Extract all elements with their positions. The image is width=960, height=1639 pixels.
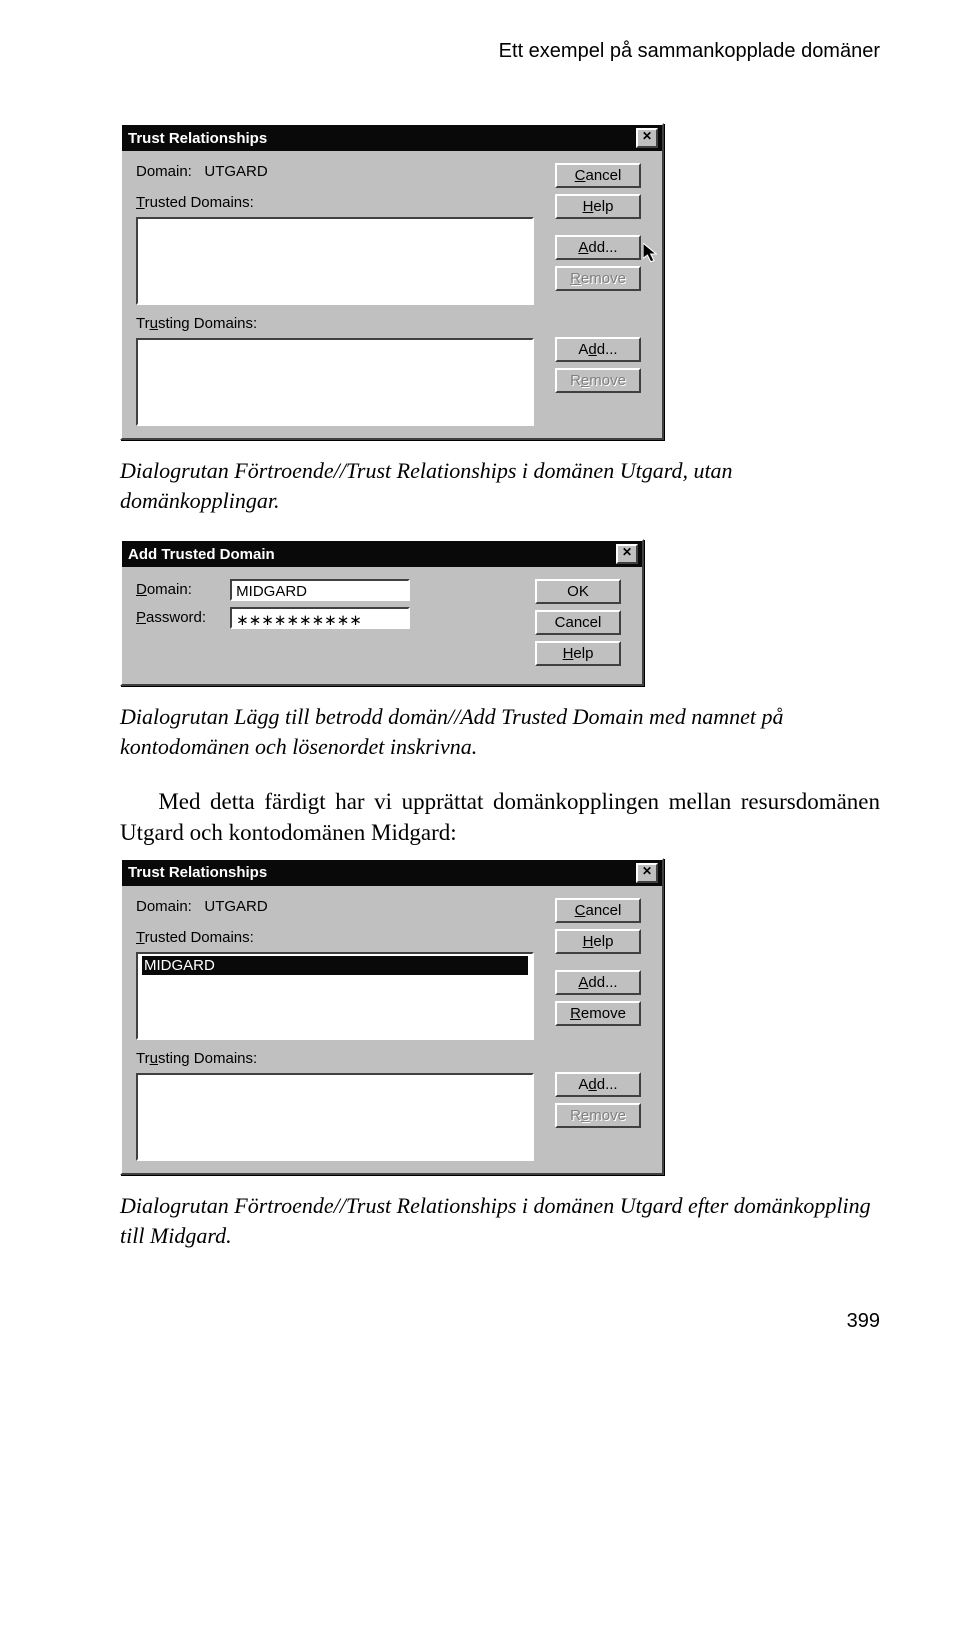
remove-trusted-button[interactable]: Remove — [555, 1001, 641, 1026]
remove-trusting-button: Remove — [555, 368, 641, 393]
ok-button[interactable]: OK — [535, 579, 621, 604]
help-button[interactable]: Help — [555, 194, 641, 219]
window-title: Add Trusted Domain — [128, 546, 275, 563]
domain-input[interactable]: MIDGARD — [230, 579, 410, 601]
titlebar: Trust Relationships ✕ — [122, 125, 662, 151]
add-trusting-button[interactable]: Add... — [555, 337, 641, 362]
titlebar: Trust Relationships ✕ — [122, 860, 662, 886]
help-button[interactable]: Help — [535, 641, 621, 666]
close-icon[interactable]: ✕ — [636, 863, 658, 883]
body-paragraph: Med detta färdigt har vi upprättat domän… — [120, 786, 880, 848]
help-button[interactable]: Help — [555, 929, 641, 954]
cancel-button[interactable]: Cancel — [555, 898, 641, 923]
list-item[interactable]: MIDGARD — [142, 956, 528, 975]
caption-3: Dialogrutan Förtroende//Trust Relationsh… — [120, 1191, 880, 1250]
password-input[interactable]: ∗∗∗∗∗∗∗∗∗∗ — [230, 607, 410, 629]
domain-value: UTGARD — [204, 898, 267, 915]
page-header: Ett exempel på sammankopplade domäner — [120, 40, 880, 63]
cancel-button[interactable]: Cancel — [535, 610, 621, 635]
screenshot-add-trusted: Add Trusted Domain ✕ Domain: MIDGARD Pas… — [120, 539, 880, 686]
domain-value: UTGARD — [204, 163, 267, 180]
add-trusted-button[interactable]: Add... — [555, 970, 641, 995]
trusting-domains-list[interactable] — [136, 338, 534, 426]
trusted-domains-label: rusted Domains: — [145, 929, 254, 946]
window-title: Trust Relationships — [128, 130, 267, 147]
caption-2: Dialogrutan Lägg till betrodd domän//Add… — [120, 702, 880, 761]
titlebar: Add Trusted Domain ✕ — [122, 541, 642, 567]
remove-trusted-button: Remove — [555, 266, 641, 291]
remove-trusting-button: Remove — [555, 1103, 641, 1128]
trusting-domains-label: sting Domains: — [158, 315, 257, 332]
trusted-domains-list[interactable] — [136, 217, 534, 305]
screenshot-trust-empty: Trust Relationships ✕ Domain: UTGARD Can… — [120, 123, 880, 440]
close-icon[interactable]: ✕ — [616, 544, 638, 564]
caption-1: Dialogrutan Förtroende//Trust Relationsh… — [120, 456, 880, 515]
page-number: 399 — [120, 1310, 880, 1333]
screenshot-trust-linked: Trust Relationships ✕ Domain: UTGARD Can… — [120, 858, 880, 1175]
trusted-domains-list[interactable]: MIDGARD — [136, 952, 534, 1040]
close-icon[interactable]: ✕ — [636, 128, 658, 148]
add-trusting-button[interactable]: Add... — [555, 1072, 641, 1097]
window-title: Trust Relationships — [128, 864, 267, 881]
add-trusted-button[interactable]: Add... — [555, 235, 641, 260]
domain-label: Domain: — [136, 163, 192, 180]
trusting-domains-label: sting Domains: — [158, 1050, 257, 1067]
domain-label: Domain: — [136, 898, 192, 915]
cancel-button[interactable]: Cancel — [555, 163, 641, 188]
trusted-domains-label: rusted Domains: — [145, 194, 254, 211]
trusting-domains-list[interactable] — [136, 1073, 534, 1161]
